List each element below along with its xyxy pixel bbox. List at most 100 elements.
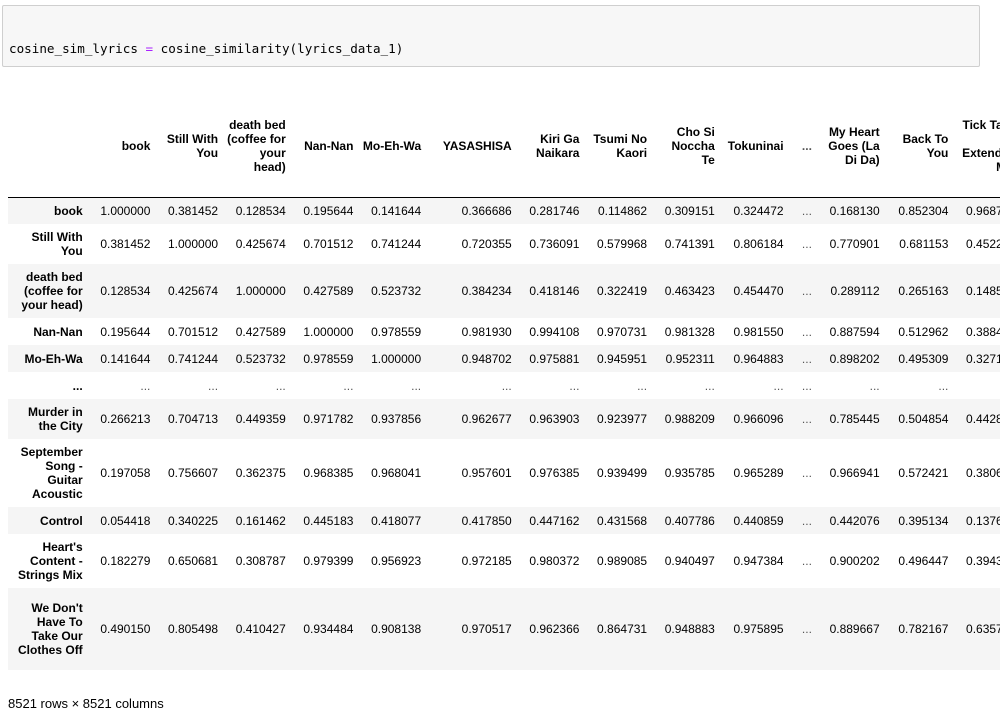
table-cell-ellipsis: ... <box>938 378 949 393</box>
table-cell: 0.981930 <box>461 324 512 339</box>
table-cell: 0.395134 <box>898 513 949 528</box>
table-cell-ellipsis: ... <box>801 203 812 218</box>
table-row: Nan-Nan 0.195644 0.701512 0.427589 1.000000 0… <box>8 318 1000 345</box>
table-cell: 0.495309 <box>898 351 949 366</box>
column-header: Tsumi No Kaori <box>584 96 653 198</box>
table-cell: 0.266213 <box>100 412 151 426</box>
table-cell: 0.496447 <box>898 554 949 568</box>
table-cell: 0.362375 <box>235 466 286 480</box>
table-cell: 0.394319 <box>966 554 1000 568</box>
table-cell: 0.425674 <box>168 284 219 298</box>
table-cell: 0.490150 <box>100 622 151 636</box>
table-cell-ellipsis: ... <box>569 378 580 393</box>
table-cell: 0.970731 <box>597 324 648 339</box>
table-cell-ellipsis: ... <box>343 378 354 393</box>
row-index-label: We Don't Have To Take Our Clothes Off <box>18 601 83 657</box>
table-cell: 0.975895 <box>733 622 784 636</box>
column-header: YASASHISA <box>426 96 517 198</box>
table-cell: 0.864731 <box>597 622 648 636</box>
table-cell: 0.947384 <box>733 554 784 568</box>
column-header: Still With You <box>155 96 224 198</box>
table-cell: 1.000000 <box>100 203 151 218</box>
table-cell: 0.782167 <box>898 622 949 636</box>
table-cell: 0.445183 <box>303 513 354 528</box>
table-cell: 1.000000 <box>303 324 354 339</box>
table-cell-ellipsis: ... <box>801 351 812 366</box>
table-cell: 0.962677 <box>461 412 512 426</box>
table-row: We Don't Have To Take Our Clothes Off 0.4… <box>8 588 1000 670</box>
table-row: Heart's Content - Strings Mix 0.182279 0.6… <box>8 534 1000 588</box>
table-cell: 0.504854 <box>898 412 949 426</box>
table-cell: 0.898202 <box>829 351 880 366</box>
table-cell: 0.281746 <box>529 203 580 218</box>
table-cell: 0.463423 <box>664 284 715 298</box>
table-cell: 0.701512 <box>303 237 354 251</box>
table-cell-ellipsis: ... <box>801 466 812 480</box>
table-cell-ellipsis: ... <box>704 378 715 393</box>
table-cell: 0.128534 <box>235 203 286 218</box>
row-index-label: Mo-Eh-Wa <box>24 351 83 366</box>
table-cell: 0.978559 <box>303 351 354 366</box>
table-cell: 0.887594 <box>829 324 880 339</box>
table-cell: 0.988209 <box>664 412 715 426</box>
table-cell: 0.923977 <box>597 412 648 426</box>
table-cell: 0.681153 <box>899 237 949 251</box>
row-index-label: Nan-Nan <box>33 324 83 339</box>
table-cell: 0.309151 <box>664 203 715 218</box>
table-cell: 0.978559 <box>371 324 422 339</box>
table-cell-ellipsis: ... <box>501 378 512 393</box>
table-cell-ellipsis: ... <box>869 378 880 393</box>
table-cell-ellipsis: ... <box>140 378 151 393</box>
table-cell: 0.805498 <box>168 622 219 636</box>
table-row: death bed (coffee for your head) 0.128534… <box>8 264 1000 318</box>
table-cell: 0.366686 <box>461 203 512 218</box>
table-cell: 0.148591 <box>966 284 1000 298</box>
column-header: Kiri Ga Naikara <box>516 96 585 198</box>
row-index-label: Control <box>40 513 83 528</box>
table-cell: 0.968385 <box>303 466 354 480</box>
table-cell: 0.945951 <box>597 351 648 366</box>
table-cell: 0.957601 <box>461 466 512 480</box>
table-cell: 0.741244 <box>168 351 219 366</box>
table-cell: 0.966941 <box>829 466 880 480</box>
shape-summary: 8521 rows × 8521 columns <box>8 696 164 711</box>
table-cell: 0.182279 <box>100 554 151 568</box>
table-cell: 0.447162 <box>529 513 580 528</box>
table-cell: 0.956923 <box>371 554 422 568</box>
table-cell: 0.741244 <box>371 237 422 251</box>
table-cell: 0.327175 <box>966 351 1000 366</box>
column-header: Mo-Eh-Wa <box>358 96 427 198</box>
table-cell: 0.388462 <box>966 324 1000 339</box>
table-cell: 0.937856 <box>371 412 422 426</box>
table-cell-ellipsis: ... <box>801 412 812 426</box>
table-cell: 0.981328 <box>664 324 715 339</box>
table-cell: 0.141644 <box>100 351 151 366</box>
column-header-ellipsis: ... <box>788 96 817 198</box>
table-cell: 0.197058 <box>100 466 151 480</box>
code-cell[interactable]: cosine_sim_lyrics = cosine_similarity(ly… <box>2 5 980 67</box>
table-cell: 0.981550 <box>733 324 784 339</box>
table-cell: 1.000000 <box>168 237 219 251</box>
table-cell: 0.417850 <box>461 513 512 528</box>
table-cell: 0.381452 <box>100 237 151 251</box>
table-row: September Song - Guitar Acoustic 0.197058… <box>8 439 1000 507</box>
table-row: ........................................… <box>8 372 1000 399</box>
header-row: book Still With You death bed (coffee for … <box>8 96 1000 198</box>
row-index-label: death bed (coffee for your head) <box>21 270 83 312</box>
table-cell: 0.965289 <box>733 466 784 480</box>
row-index-label: Still With You <box>31 230 83 258</box>
table-cell: 0.756607 <box>168 466 219 480</box>
table-cell-ellipsis: ... <box>275 378 286 393</box>
table-cell: 0.852304 <box>898 203 949 218</box>
table-cell: 0.966096 <box>733 412 784 426</box>
table-cell: 0.975881 <box>529 351 580 366</box>
table-cell: 0.454470 <box>733 284 784 298</box>
column-header: Cho Si Noccha Te <box>652 96 720 198</box>
table-body: book 1.000000 0.381452 0.128534 0.195644 0.14… <box>8 197 1000 670</box>
index-header <box>8 96 88 198</box>
table-cell: 0.968041 <box>371 466 422 480</box>
column-header: book <box>87 96 156 198</box>
table-cell: 0.442816 <box>966 412 1000 426</box>
table-cell: 1.000000 <box>371 351 422 366</box>
table-cell: 0.635771 <box>966 622 1000 636</box>
